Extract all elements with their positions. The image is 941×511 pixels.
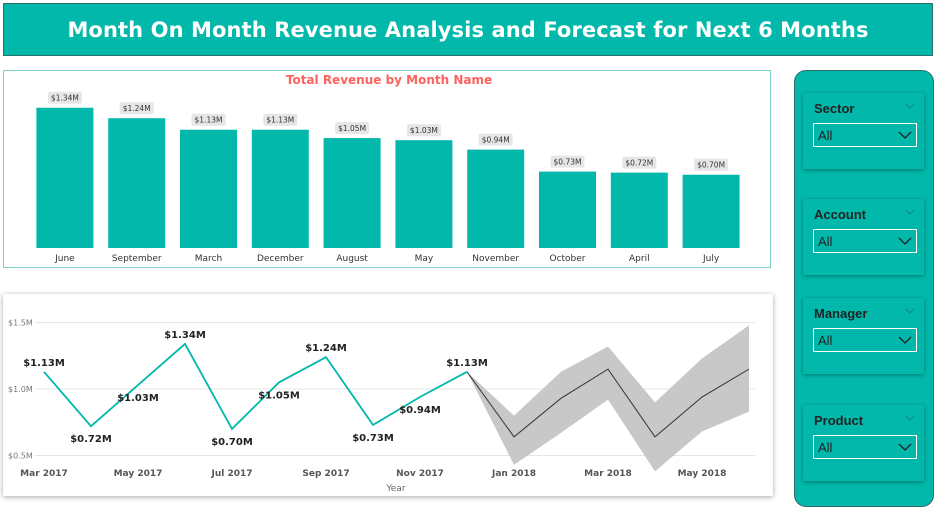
bar-data-label: $1.13M <box>266 116 294 125</box>
account-selected-value: All <box>818 234 833 249</box>
chevron-down-icon[interactable] <box>904 101 916 111</box>
product-slicer-title: Product <box>814 413 864 428</box>
manager-dropdown[interactable]: All <box>813 328 917 352</box>
category-tick-label: March <box>195 254 222 264</box>
manager-selected-value: All <box>818 333 833 348</box>
bar-november[interactable] <box>467 149 525 248</box>
x-tick-label: Nov 2017 <box>396 469 444 479</box>
manager-slicer: Manager All <box>803 298 924 374</box>
x-tick-label: Mar 2018 <box>584 469 632 479</box>
bar-data-label: $0.70M <box>697 161 725 170</box>
dropdown-arrow-icon <box>898 237 912 245</box>
account-dropdown[interactable]: All <box>813 229 917 253</box>
filter-panel: Sector All Account All Manager All Produ… <box>794 70 934 507</box>
bar-data-label: $1.03M <box>410 126 438 135</box>
bar-data-label: $1.24M <box>123 104 151 113</box>
product-slicer: Product All <box>803 405 924 481</box>
forecast-confidence-band <box>467 325 749 472</box>
bar-data-label: $1.13M <box>195 116 223 125</box>
bar-data-label: $0.94M <box>482 136 510 145</box>
revenue-forecast-line-chart[interactable]: $0.5M $1.0M $1.5M $1.13M $0.72M $1.03M $1.34M… <box>3 294 773 496</box>
bar-may[interactable] <box>395 140 453 248</box>
sector-slicer: Sector All <box>803 93 924 169</box>
revenue-line[interactable] <box>43 342 468 431</box>
bar-april[interactable] <box>610 172 668 248</box>
category-tick-label: October <box>549 254 585 264</box>
manager-slicer-title: Manager <box>814 306 868 321</box>
x-tick-label: Jul 2017 <box>210 469 252 479</box>
bar-july[interactable] <box>682 174 740 248</box>
dropdown-arrow-icon <box>898 443 912 451</box>
bar-october[interactable] <box>539 171 596 248</box>
revenue-by-month-bar-chart[interactable]: Total Revenue by Month Name $1.34M June $1… <box>3 70 771 268</box>
point-data-label: $0.94M <box>399 405 441 416</box>
chevron-down-icon[interactable] <box>904 413 916 423</box>
category-tick-label: June <box>54 254 75 264</box>
chevron-down-icon[interactable] <box>904 306 916 316</box>
bar-december[interactable] <box>251 129 309 248</box>
y-tick-label: $0.5M <box>8 451 33 460</box>
point-data-label: $1.34M <box>164 330 206 341</box>
x-tick-label: Mar 2017 <box>20 469 68 479</box>
report-title: Month On Month Revenue Analysis and Fore… <box>67 17 869 42</box>
sector-selected-value: All <box>818 128 833 143</box>
account-slicer-title: Account <box>814 207 866 222</box>
product-dropdown[interactable]: All <box>813 435 917 459</box>
category-tick-label: September <box>112 254 162 264</box>
bar-march[interactable] <box>180 129 237 248</box>
category-tick-label: December <box>257 254 304 264</box>
account-slicer: Account All <box>803 199 924 275</box>
bar-data-label: $0.73M <box>554 158 582 167</box>
x-axis-title: Year <box>385 484 405 494</box>
point-data-label: $1.03M <box>117 393 159 404</box>
category-tick-label: July <box>702 254 720 264</box>
product-selected-value: All <box>818 440 833 455</box>
bar-data-label: $1.05M <box>338 124 366 133</box>
sector-slicer-title: Sector <box>814 101 855 116</box>
point-data-label: $0.70M <box>211 437 253 448</box>
point-data-label: $1.13M <box>23 358 65 369</box>
x-tick-label: Jan 2018 <box>491 469 536 479</box>
line-chart-svg: $0.5M $1.0M $1.5M $1.13M $0.72M $1.03M $1.34M… <box>8 319 755 494</box>
bar-june[interactable] <box>36 107 94 248</box>
y-tick-label: $1.0M <box>8 385 33 394</box>
report-header: Month On Month Revenue Analysis and Fore… <box>3 3 933 56</box>
x-tick-label: May 2017 <box>114 469 163 479</box>
x-tick-label: Sep 2017 <box>302 469 349 479</box>
bar-data-label: $1.34M <box>51 94 79 103</box>
category-tick-label: May <box>415 254 434 264</box>
category-tick-label: November <box>472 254 519 264</box>
bar-chart-svg: Total Revenue by Month Name $1.34M June $1… <box>36 73 740 264</box>
category-tick-label: August <box>336 254 368 264</box>
y-tick-label: $1.5M <box>8 319 33 328</box>
x-tick-label: May 2018 <box>678 469 727 479</box>
dropdown-arrow-icon <box>898 336 912 344</box>
bar-september[interactable] <box>108 118 166 248</box>
dropdown-arrow-icon <box>898 131 912 139</box>
point-data-label: $0.72M <box>70 434 112 445</box>
bar-chart-title: Total Revenue by Month Name <box>286 73 492 87</box>
chevron-down-icon[interactable] <box>904 207 916 217</box>
category-tick-label: April <box>629 254 650 264</box>
point-data-label: $1.24M <box>305 343 347 354</box>
point-data-label: $1.13M <box>446 358 488 369</box>
bar-data-label: $0.72M <box>625 159 653 168</box>
point-data-label: $1.05M <box>258 390 300 401</box>
point-data-label: $0.73M <box>352 433 394 444</box>
sector-dropdown[interactable]: All <box>813 123 917 147</box>
bar-august[interactable] <box>323 138 381 248</box>
